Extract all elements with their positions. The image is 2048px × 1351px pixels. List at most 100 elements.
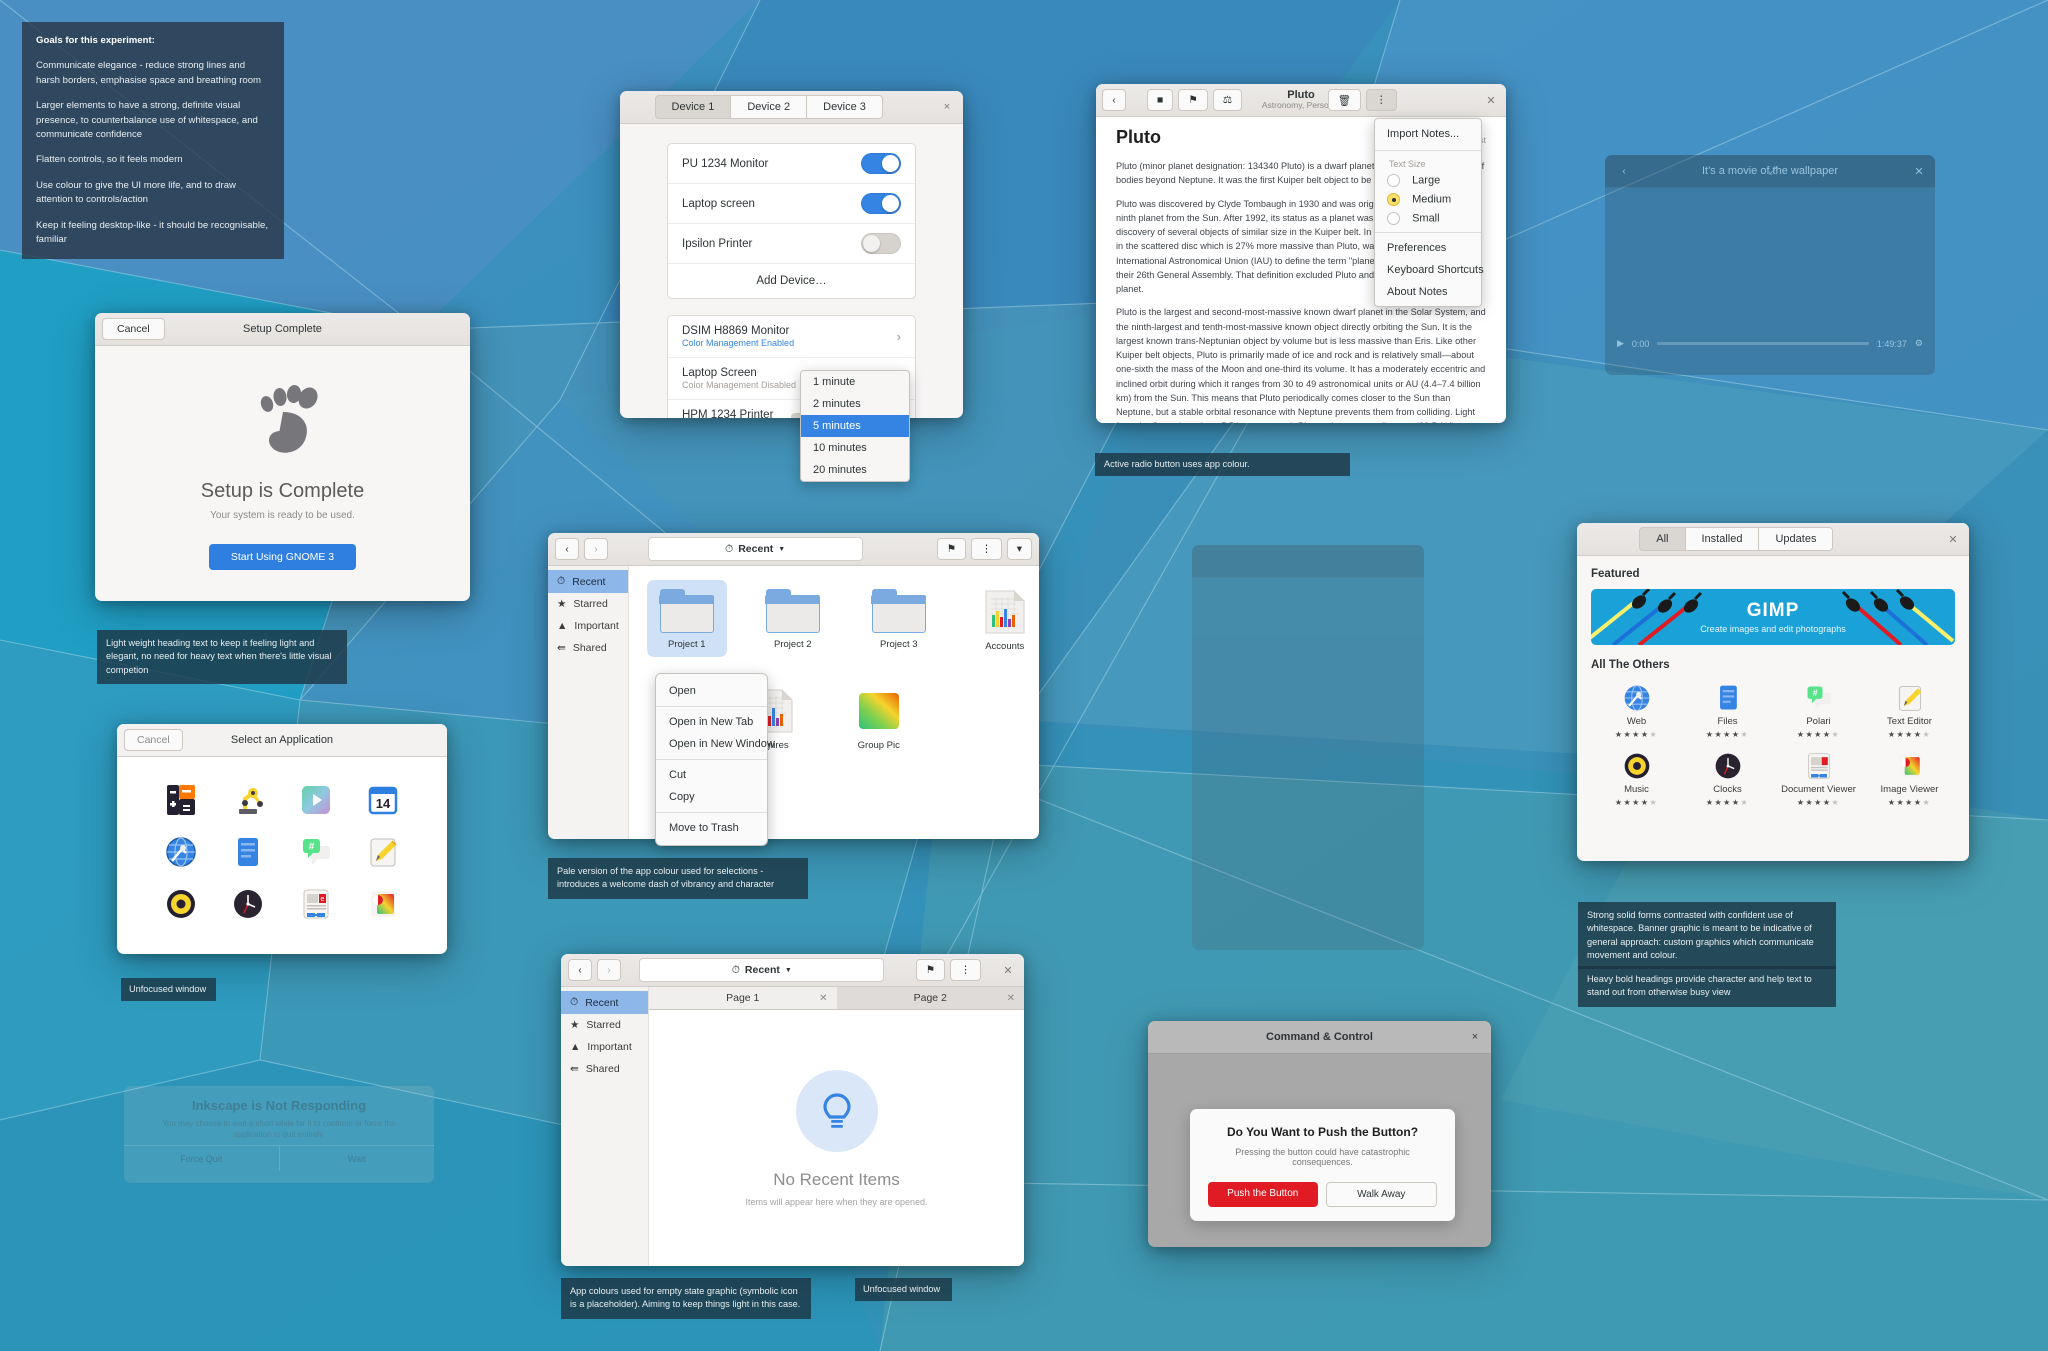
- app-icon-builder[interactable]: [215, 783, 283, 817]
- files-tag-icon[interactable]: ⚑: [936, 538, 967, 560]
- app-icon-document-viewer[interactable]: e: [282, 887, 350, 921]
- tab-all[interactable]: All: [1639, 527, 1686, 551]
- files-menu-button[interactable]: ⋮: [971, 538, 1002, 560]
- notes-popover-menu[interactable]: Import Notes... Text Size Large Medium S…: [1374, 118, 1484, 307]
- sidebar-item-important[interactable]: ▲ Important: [548, 615, 628, 637]
- context-menu-open-new-tab[interactable]: Open in New Tab: [656, 711, 767, 733]
- software-app-files[interactable]: Files ★★★★★: [1682, 683, 1773, 739]
- timeout-dropdown-menu[interactable]: 1 minute 2 minutes 5 minutes 10 minutes …: [800, 370, 910, 482]
- menu-item-text-size-medium[interactable]: Medium: [1375, 190, 1481, 209]
- tab-page-1[interactable]: Page 1 ✕: [649, 987, 837, 1009]
- preview-controls[interactable]: ▶ 0:00 1:49:37 ⚙: [1605, 338, 1935, 349]
- share-icon[interactable]: ⚖: [1212, 89, 1243, 111]
- sidebar-item-starred[interactable]: ★ Starred: [561, 1014, 648, 1036]
- file-item-project-2[interactable]: Project 2: [753, 580, 833, 657]
- files-context-menu[interactable]: Open Open in New Tab Open in New Window …: [655, 673, 775, 846]
- device-row[interactable]: Ipsilon Printer: [668, 224, 915, 264]
- app-icon-files[interactable]: [215, 835, 283, 869]
- tab-updates[interactable]: Updates: [1759, 527, 1834, 551]
- software-tab-group[interactable]: All Installed Updates: [1639, 527, 1834, 551]
- tab-page-2[interactable]: Page 2 ✕: [837, 987, 1025, 1009]
- context-menu-cut[interactable]: Cut: [656, 764, 767, 786]
- menu-item-preferences[interactable]: Preferences: [1375, 237, 1481, 259]
- app-icon-clocks[interactable]: [215, 887, 283, 921]
- files-view-button[interactable]: ▾: [1006, 538, 1032, 560]
- device-close-button[interactable]: ×: [938, 98, 956, 116]
- files-location-bar[interactable]: ⏱ Recent ▼: [647, 537, 863, 561]
- tab-device-2[interactable]: Device 2: [731, 95, 808, 119]
- device-row[interactable]: PU 1234 Monitor: [668, 144, 915, 184]
- close-icon[interactable]: ✕: [819, 993, 827, 1004]
- preview-fullscreen-icon[interactable]: ⤢: [1760, 160, 1786, 182]
- close-icon[interactable]: ✕: [1007, 993, 1015, 1004]
- context-menu-copy[interactable]: Copy: [656, 786, 767, 808]
- menu-item-about-notes[interactable]: About Notes: [1375, 281, 1481, 303]
- notes-back-button[interactable]: ‹: [1102, 89, 1126, 111]
- sidebar-item-recent[interactable]: ⏱ Recent: [548, 570, 628, 593]
- add-device-row[interactable]: Add Device…: [668, 264, 915, 298]
- radio-large-icon[interactable]: [1387, 174, 1400, 187]
- file-item-project-3[interactable]: Project 3: [859, 580, 939, 657]
- app-icon-calendar[interactable]: 14: [350, 783, 418, 817]
- force-quit-button[interactable]: Force Quit: [124, 1146, 280, 1172]
- trash-icon[interactable]: 🗑: [1327, 89, 1362, 111]
- software-app-text-editor[interactable]: Text Editor ★★★★★: [1864, 683, 1955, 739]
- software-close-button[interactable]: ✕: [1944, 530, 1962, 548]
- software-app-music[interactable]: Music ★★★★★: [1591, 751, 1682, 807]
- app-chooser-window[interactable]: Cancel Select an Application 14 # e: [117, 724, 447, 954]
- software-app-document-viewer[interactable]: Document Viewer ★★★★★: [1773, 751, 1864, 807]
- push-the-button-button[interactable]: Push the Button: [1208, 1182, 1318, 1207]
- preview-back-button[interactable]: ‹: [1612, 160, 1636, 182]
- radio-medium-icon[interactable]: [1387, 193, 1400, 206]
- walk-away-button[interactable]: Walk Away: [1325, 1182, 1437, 1207]
- device-toggle[interactable]: [861, 233, 901, 254]
- play-icon[interactable]: ▶: [1617, 338, 1624, 349]
- recent-menu-button[interactable]: ⋮: [950, 959, 981, 981]
- device-settings-window[interactable]: Device 1 Device 2 Device 3 × PU 1234 Mon…: [620, 91, 963, 418]
- device-row[interactable]: Laptop screen: [668, 184, 915, 224]
- menu-item-10-minutes[interactable]: 10 minutes: [801, 437, 909, 459]
- setup-complete-window[interactable]: Cancel Setup Complete Setup is Complete …: [95, 313, 470, 601]
- device-toggle[interactable]: [861, 153, 901, 174]
- menu-item-text-size-large[interactable]: Large: [1375, 171, 1481, 190]
- preview-seek-slider[interactable]: [1657, 342, 1869, 345]
- software-app-polari[interactable]: # Polari ★★★★★: [1773, 683, 1864, 739]
- app-chooser-cancel-button[interactable]: Cancel: [124, 729, 183, 751]
- chevron-right-icon[interactable]: ›: [897, 329, 901, 344]
- color-row[interactable]: DSIM H8869 Monitor Color Management Enab…: [668, 316, 915, 358]
- software-app-clocks[interactable]: Clocks ★★★★★: [1682, 751, 1773, 807]
- recent-tag-icon[interactable]: ⚑: [915, 959, 946, 981]
- app-icon-image-viewer[interactable]: [350, 887, 418, 921]
- gimp-featured-banner[interactable]: GIMP Create images and edit photographs: [1591, 589, 1955, 645]
- wallpaper-preview-window[interactable]: ‹ It's a movie of the wallpaper ⤢ ✕ ▶ 0:…: [1605, 155, 1935, 375]
- device-tab-group[interactable]: Device 1 Device 2 Device 3: [654, 95, 883, 119]
- menu-item-import-notes[interactable]: Import Notes...: [1375, 122, 1481, 146]
- software-window[interactable]: All Installed Updates ✕ Featured GIMP Cr…: [1577, 523, 1969, 861]
- context-menu-open[interactable]: Open: [656, 680, 767, 702]
- menu-item-keyboard-shortcuts[interactable]: Keyboard Shortcuts: [1375, 259, 1484, 281]
- tab-device-1[interactable]: Device 1: [654, 95, 732, 119]
- app-icon-text-editor[interactable]: [350, 835, 418, 869]
- menu-item-1-minute[interactable]: 1 minute: [801, 371, 909, 393]
- recent-back-button[interactable]: ‹: [568, 959, 592, 981]
- app-icon-web[interactable]: [147, 835, 215, 869]
- app-icon-music[interactable]: [147, 887, 215, 921]
- app-icon-calculator[interactable]: [147, 783, 215, 817]
- menu-item-20-minutes[interactable]: 20 minutes: [801, 459, 909, 481]
- recent-location-bar[interactable]: ⏱ Recent ▼: [639, 958, 885, 982]
- file-item-project-1[interactable]: Project 1: [646, 580, 727, 657]
- cancel-button[interactable]: Cancel: [102, 318, 165, 340]
- tag-icon[interactable]: ⚑: [1178, 89, 1208, 111]
- sidebar-item-starred[interactable]: ★ Starred: [548, 593, 628, 615]
- preview-close-button[interactable]: ✕: [1910, 162, 1928, 180]
- sidebar-item-shared[interactable]: ⇚ Shared: [561, 1058, 648, 1080]
- radio-small-icon[interactable]: [1387, 212, 1400, 225]
- app-icon-polari[interactable]: #: [282, 835, 350, 869]
- tab-installed[interactable]: Installed: [1685, 527, 1760, 551]
- command-control-window[interactable]: Command & Control × Do You Want to Push …: [1148, 1021, 1491, 1247]
- software-app-web[interactable]: Web ★★★★★: [1591, 683, 1682, 739]
- notes-menu-button[interactable]: ⋮: [1366, 89, 1397, 111]
- context-menu-move-to-trash[interactable]: Move to Trash: [656, 817, 767, 839]
- app-icon-videos[interactable]: [282, 783, 350, 817]
- start-using-gnome-button[interactable]: Start Using GNOME 3: [208, 543, 357, 570]
